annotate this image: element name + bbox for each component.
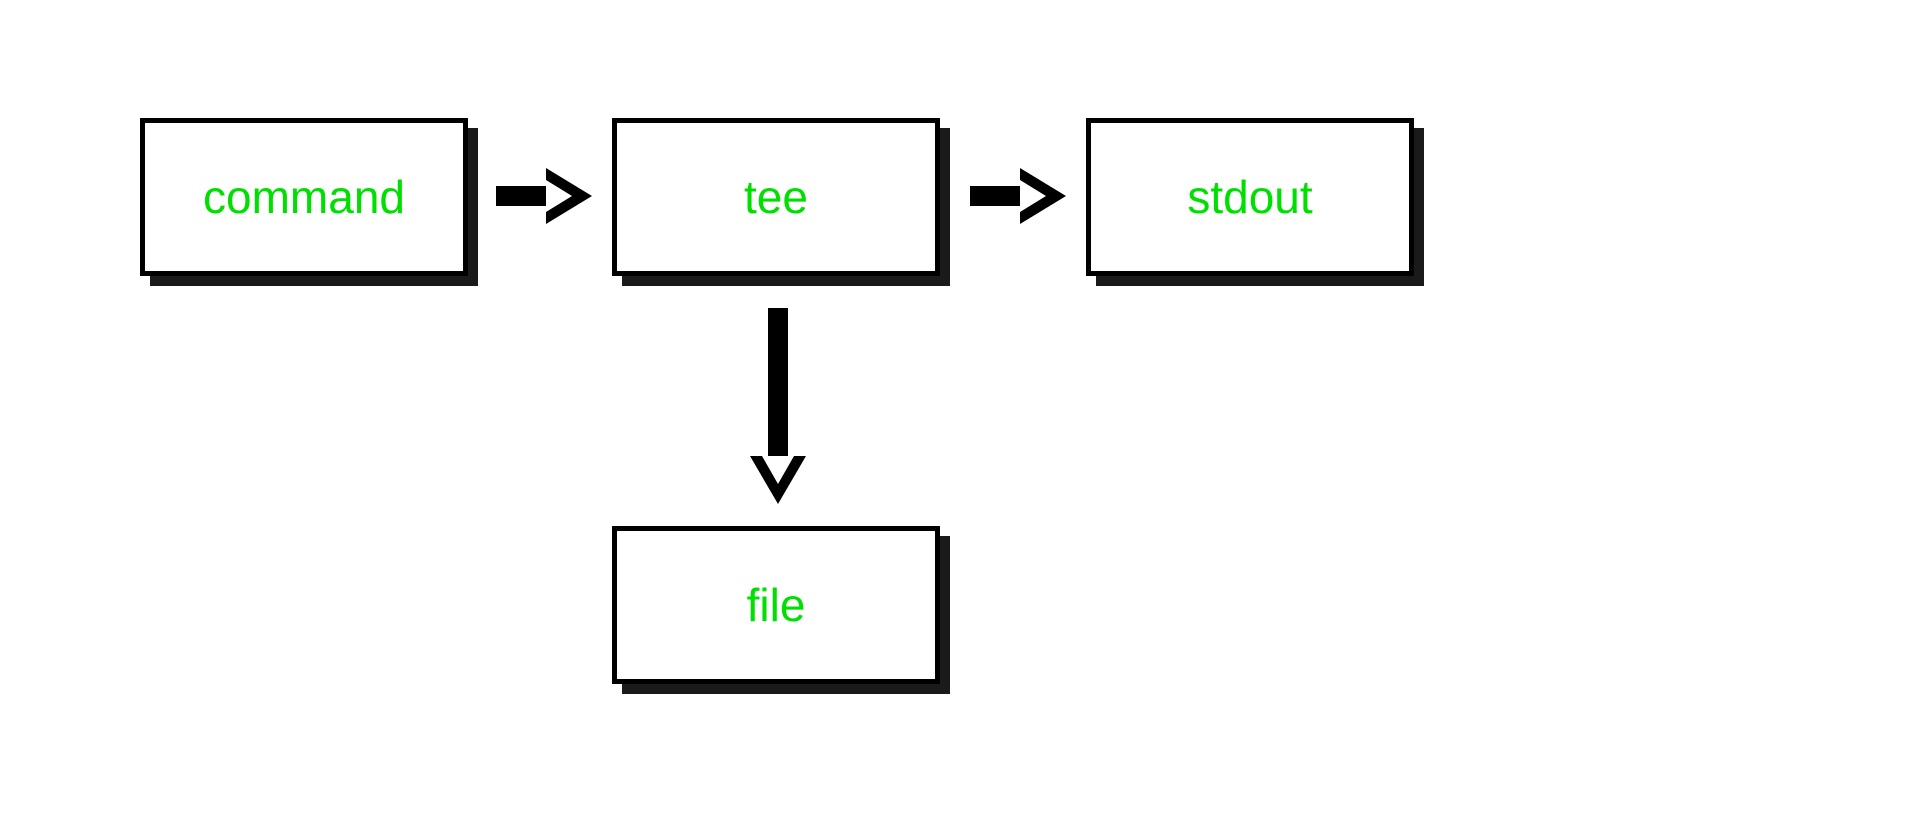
arrow-tee-to-stdout [962,166,1072,226]
arrow-right-icon [488,166,598,226]
node-label: tee [744,170,808,224]
arrow-right-icon [962,166,1072,226]
node-tee: tee [612,118,940,276]
node-label: file [747,578,806,632]
arrow-down-icon [748,300,808,510]
node-command: command [140,118,468,276]
arrow-command-to-tee [488,166,598,226]
node-stdout: stdout [1086,118,1414,276]
node-box: tee [612,118,940,276]
node-label: command [203,170,405,224]
node-box: file [612,526,940,684]
node-box: command [140,118,468,276]
node-label: stdout [1187,170,1312,224]
node-box: stdout [1086,118,1414,276]
arrow-tee-to-file [748,300,808,510]
node-file: file [612,526,940,684]
